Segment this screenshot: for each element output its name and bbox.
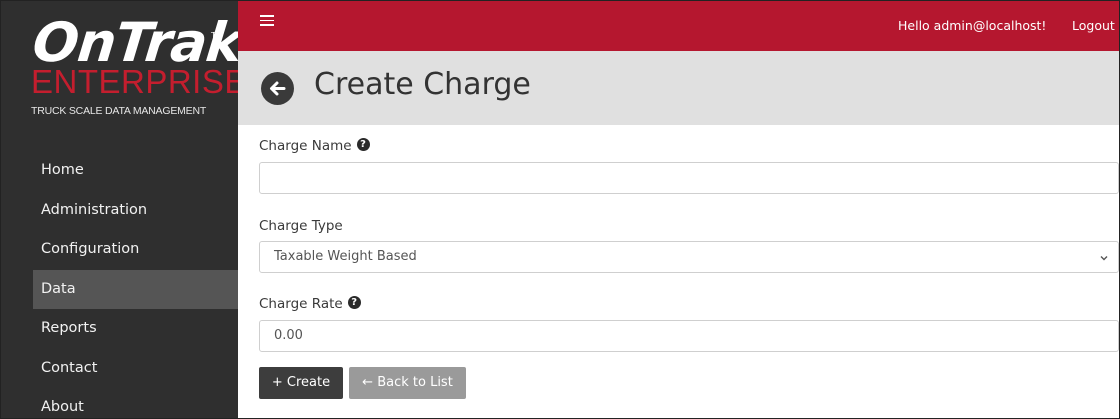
app-window: OnTrak TM ENTERPRISE TRUCK SCALE DATA MA… [0,0,1120,419]
charge-name-label: Charge Name? [259,138,370,154]
charge-type-selected: Taxable Weight Based [274,249,417,264]
sidebar: OnTrak TM ENTERPRISE TRUCK SCALE DATA MA… [1,1,246,418]
top-bar: Hello admin@localhost! Logout [238,1,1119,51]
charge-type-label: Charge Type [259,218,343,234]
page-title: Create Charge [314,67,531,102]
sidebar-nav: Home Administration Configuration Data R… [1,151,238,418]
user-greeting: Hello admin@localhost! [898,18,1047,33]
sidebar-item-administration[interactable]: Administration [1,191,238,231]
arrow-left-circle-icon[interactable] [261,72,294,105]
sidebar-item-about[interactable]: About [1,388,238,418]
sidebar-item-configuration[interactable]: Configuration [1,230,238,270]
charge-rate-label-text: Charge Rate [259,296,343,312]
charge-rate-input[interactable]: 0.00 [259,320,1119,352]
charge-type-select[interactable]: Taxable Weight Based [259,241,1119,273]
question-circle-icon[interactable]: ? [347,296,361,309]
charge-name-label-text: Charge Name [259,138,352,154]
charge-name-input[interactable] [259,162,1119,194]
charge-rate-label: Charge Rate? [259,296,361,312]
logo-tagline: TRUCK SCALE DATA MANAGEMENT [31,105,207,117]
sidebar-item-reports[interactable]: Reports [1,309,238,349]
logo-edition: ENTERPRISE [31,63,247,100]
sidebar-item-home[interactable]: Home [1,151,238,191]
sidebar-item-data[interactable]: Data [33,269,238,309]
chevron-down-icon [1100,256,1108,261]
title-band: Create Charge [238,51,1119,125]
logout-link[interactable]: Logout [1072,18,1115,33]
hamburger-icon[interactable] [260,15,274,29]
sidebar-item-contact[interactable]: Contact [1,349,238,389]
question-circle-icon[interactable]: ? [356,138,370,151]
create-button[interactable]: + Create [259,367,343,399]
back-to-list-button[interactable]: ← Back to List [349,367,466,399]
logo: OnTrak TM ENTERPRISE TRUCK SCALE DATA MA… [1,1,246,131]
logo-trademark: TM [211,31,223,40]
